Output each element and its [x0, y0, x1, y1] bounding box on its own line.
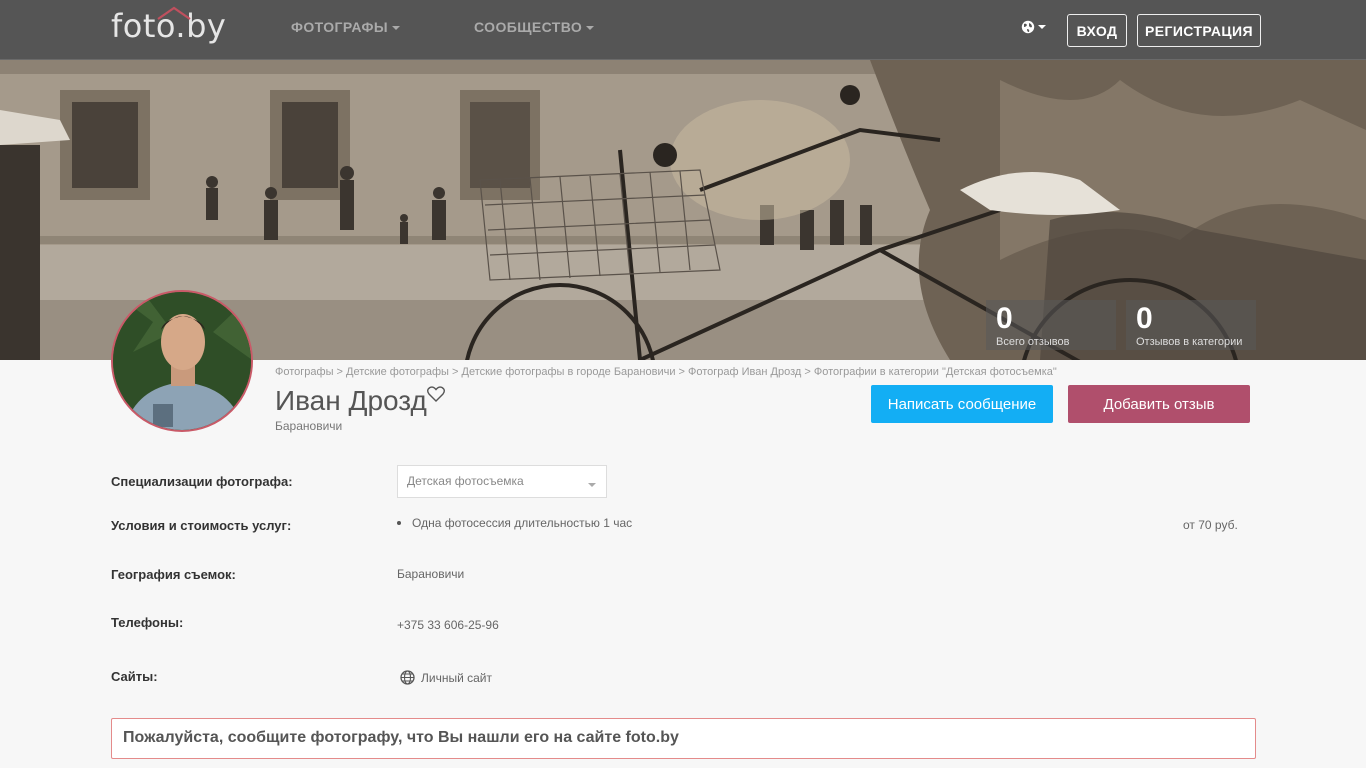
specialization-select[interactable]: Детская фотосъемка	[397, 465, 607, 498]
bullet-dot	[397, 521, 401, 525]
phone-value[interactable]: +375 33 606-25-96	[397, 618, 499, 632]
write-message-button[interactable]: Написать сообщение	[871, 385, 1053, 423]
specialization-select-value: Детская фотосъемка	[407, 474, 524, 488]
avatar-photo	[113, 292, 251, 430]
nav-community-label: СООБЩЕСТВО	[474, 19, 583, 35]
sites-label: Сайты:	[111, 669, 158, 684]
top-navbar: foto.by ФОТОГРАФЫ СООБЩЕСТВО ВХОД РЕГИСТ…	[0, 0, 1366, 60]
geography-label: География съемок:	[111, 567, 236, 582]
service-item: Одна фотосессия длительностью 1 час	[397, 516, 632, 530]
stat-category-reviews: 0 Отзывов в категории	[1126, 300, 1256, 350]
breadcrumb-separator: >	[452, 366, 462, 378]
personal-site-label: Личный сайт	[421, 670, 492, 685]
nav-photographers[interactable]: ФОТОГРАФЫ	[291, 19, 400, 35]
nav-photographers-label: ФОТОГРАФЫ	[291, 19, 388, 35]
chevron-down-icon	[392, 26, 400, 30]
heart-icon[interactable]	[426, 386, 445, 402]
add-review-button[interactable]: Добавить отзыв	[1068, 385, 1250, 423]
avatar[interactable]	[111, 290, 253, 432]
language-selector[interactable]	[1021, 20, 1046, 34]
globe-icon	[400, 670, 415, 685]
stat-total-reviews-label: Всего отзывов	[996, 336, 1070, 348]
notice-banner: Пожалуйста, сообщите фотографу, что Вы н…	[111, 718, 1256, 759]
stat-category-reviews-value: 0	[1136, 302, 1153, 335]
service-price: от 70 руб.	[1183, 518, 1238, 532]
site-logo[interactable]: foto.by	[111, 4, 226, 48]
profile-header: Иван Дрозд	[275, 384, 445, 418]
phones-label: Телефоны:	[111, 615, 184, 630]
chevron-down-icon	[588, 483, 596, 487]
specializations-label: Специализации фотографа:	[111, 474, 293, 489]
globe-icon	[1021, 20, 1035, 34]
service-name: Одна фотосессия длительностью 1 час	[412, 516, 633, 530]
breadcrumb-separator: >	[804, 366, 814, 378]
nav-community[interactable]: СООБЩЕСТВО	[474, 19, 595, 35]
register-button[interactable]: РЕГИСТРАЦИЯ	[1137, 14, 1261, 47]
breadcrumb-link[interactable]: Детские фотографы	[346, 366, 449, 378]
chevron-down-icon	[586, 26, 595, 30]
services-label: Условия и стоимость услуг:	[111, 518, 292, 533]
profile-city: Барановичи	[275, 419, 343, 433]
login-button[interactable]: ВХОД	[1067, 14, 1127, 47]
personal-site-link[interactable]: Личный сайт	[400, 670, 492, 685]
breadcrumb: Фотографы > Детские фотографы > Детские …	[275, 366, 1057, 378]
stat-category-reviews-label: Отзывов в категории	[1136, 336, 1243, 348]
logo-roof-icon	[157, 6, 191, 20]
geography-value: Барановичи	[397, 567, 465, 581]
profile-name: Иван Дрозд	[275, 385, 427, 416]
breadcrumb-link[interactable]: Детские фотографы в городе Барановичи	[462, 366, 676, 378]
breadcrumb-separator: >	[678, 366, 689, 378]
breadcrumb-link[interactable]: Фотографы	[275, 366, 333, 378]
breadcrumb-separator: >	[336, 366, 347, 378]
stat-total-reviews-value: 0	[996, 302, 1013, 335]
stat-total-reviews: 0 Всего отзывов	[986, 300, 1116, 350]
breadcrumb-link[interactable]: Фотограф Иван Дрозд	[688, 366, 801, 378]
chevron-down-icon	[1038, 25, 1046, 29]
breadcrumb-current: Фотографии в категории "Детская фотосъем…	[813, 366, 1057, 378]
